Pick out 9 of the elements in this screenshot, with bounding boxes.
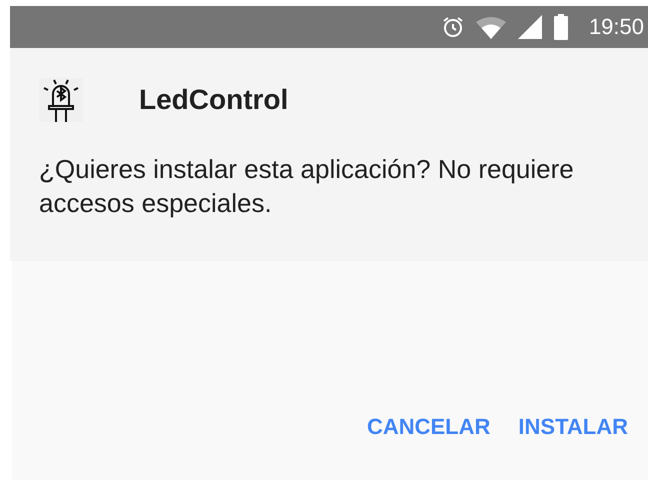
dialog-button[interactable]: INSTALAR — [514, 410, 632, 444]
install-message: ¿Quieres instalar esta aplicación? No requiere accesos especiales. — [39, 153, 575, 220]
battery-icon — [552, 14, 569, 40]
clock-time: 19:50 — [588, 14, 644, 40]
alarm-clock-icon — [440, 15, 465, 39]
app-name: LedControl — [139, 84, 288, 116]
signal-icon — [516, 14, 543, 40]
wifi-icon — [474, 15, 507, 39]
dialog-button[interactable]: CANCELAR — [362, 410, 494, 444]
